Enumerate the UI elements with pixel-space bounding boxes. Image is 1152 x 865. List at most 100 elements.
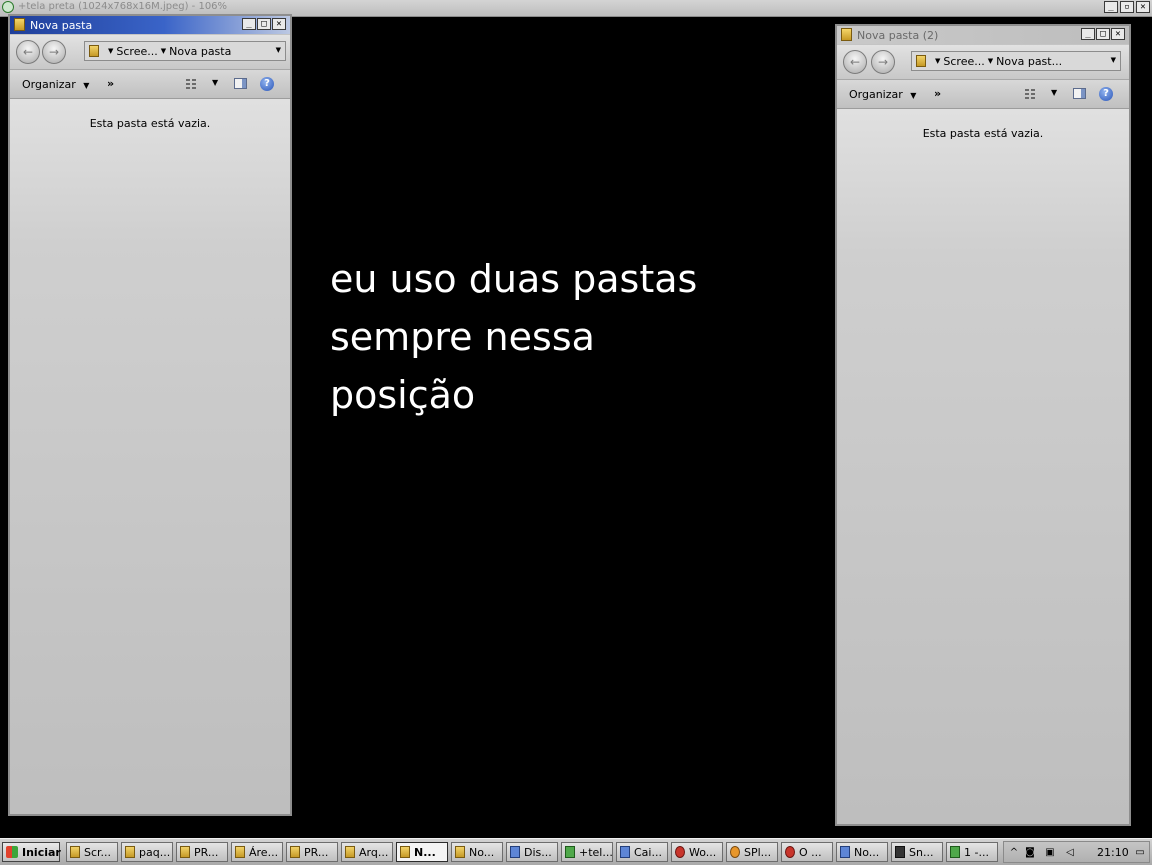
taskbar-item[interactable]: Áre... — [231, 842, 283, 862]
back-arrow-icon[interactable]: ← — [16, 40, 40, 64]
breadcrumb-item[interactable]: Nova pasta — [169, 45, 231, 58]
views-dropdown-icon[interactable]: ▼ — [1051, 88, 1057, 97]
more-commands-button[interactable]: » — [934, 87, 941, 100]
folder-icon — [455, 846, 465, 858]
taskbar-item-label: Dis... — [524, 845, 552, 859]
address-bar-row: ← → ▼ Scree... ▼ Nova past... ▼ — [837, 45, 1129, 80]
windows-logo-icon — [6, 846, 18, 858]
taskbar-item[interactable]: No... — [836, 842, 888, 862]
taskbar-item-label: paq... — [139, 845, 171, 859]
taskbar-item-label: PR... — [304, 845, 329, 859]
taskbar-item[interactable]: paq... — [121, 842, 173, 862]
window-title: Nova pasta — [30, 19, 93, 32]
taskbar-item[interactable]: +tel... — [561, 842, 613, 862]
app-icon — [950, 846, 960, 858]
explorer-window-right[interactable]: Nova pasta (2) _ □ ✕ ← → ▼ Scree... ▼ No… — [835, 24, 1131, 826]
viewer-close-button[interactable]: ✕ — [1136, 1, 1150, 13]
address-dropdown-icon[interactable]: ▼ — [276, 46, 281, 54]
folder-icon — [14, 18, 25, 31]
file-list-area[interactable]: Esta pasta está vazia. — [10, 99, 290, 814]
camera-icon — [895, 846, 905, 858]
maximize-button[interactable]: □ — [1096, 28, 1110, 40]
tray-expand-icon[interactable]: ^ — [1008, 847, 1020, 858]
explorer-window-left[interactable]: Nova pasta _ □ ✕ ← → ▼ Scree... ▼ Nova p… — [8, 14, 292, 816]
taskbar-item-label: 1 -... — [964, 845, 989, 859]
taskbar-item[interactable]: Arq... — [341, 842, 393, 862]
taskbar-item[interactable]: Scr... — [66, 842, 118, 862]
forward-arrow-icon[interactable]: → — [871, 50, 895, 74]
taskbar-item[interactable]: Wo... — [671, 842, 723, 862]
taskbar-item-active[interactable]: N... — [396, 842, 448, 862]
close-button[interactable]: ✕ — [272, 18, 286, 30]
clock[interactable]: 21:10 — [1097, 846, 1129, 859]
organize-menu[interactable]: Organizar ▼ — [849, 88, 916, 101]
taskbar-item[interactable]: O ... — [781, 842, 833, 862]
window-titlebar[interactable]: Nova pasta _ □ ✕ — [10, 16, 290, 34]
folder-icon — [841, 28, 852, 41]
minimize-button[interactable]: _ — [242, 18, 256, 30]
address-dropdown-icon[interactable]: ▼ — [1111, 56, 1116, 64]
organize-label: Organizar — [849, 88, 903, 101]
forward-arrow-icon[interactable]: → — [42, 40, 66, 64]
taskbar-item[interactable]: Cai... — [616, 842, 668, 862]
breadcrumb-item[interactable]: Nova past... — [996, 55, 1062, 68]
address-bar[interactable]: ▼ Scree... ▼ Nova pasta ▼ — [84, 41, 286, 61]
help-icon[interactable]: ? — [1099, 87, 1113, 101]
taskbar-item-label: Cai... — [634, 845, 662, 859]
viewer-icon — [565, 846, 575, 858]
folder-icon — [290, 846, 300, 858]
start-button[interactable]: Iniciar — [2, 842, 61, 862]
viewer-restore-button[interactable]: ▫ — [1120, 1, 1134, 13]
taskbar-item[interactable]: PR... — [286, 842, 338, 862]
taskbar-item[interactable]: PR... — [176, 842, 228, 862]
more-commands-button[interactable]: » — [107, 77, 114, 90]
volume-icon[interactable]: ◁ — [1064, 847, 1076, 858]
minimize-button[interactable]: _ — [1081, 28, 1095, 40]
chevron-down-icon[interactable]: ▼ — [935, 57, 940, 65]
taskbar-item[interactable]: SPl... — [726, 842, 778, 862]
address-bar[interactable]: ▼ Scree... ▼ Nova past... ▼ — [911, 51, 1121, 71]
folder-icon — [125, 846, 135, 858]
taskbar-item[interactable]: Dis... — [506, 842, 558, 862]
camera-icon[interactable]: ◙ — [1024, 847, 1036, 858]
app-icon — [510, 846, 520, 858]
views-dropdown-icon[interactable]: ▼ — [212, 78, 218, 87]
chevron-down-icon: ▼ — [83, 81, 90, 90]
empty-folder-message: Esta pasta está vazia. — [922, 127, 1044, 140]
taskbar-item-label: Sn... — [909, 845, 934, 859]
taskbar-item-label: SPl... — [744, 845, 772, 859]
breadcrumb-item[interactable]: Scree... — [943, 55, 984, 68]
views-icon[interactable] — [186, 78, 198, 90]
back-arrow-icon[interactable]: ← — [843, 50, 867, 74]
viewer-title: +tela preta (1024x768x16M.jpeg) - 106% — [18, 1, 228, 12]
preview-pane-icon[interactable] — [234, 78, 247, 89]
taskbar-item[interactable]: No... — [451, 842, 503, 862]
viewer-app-icon — [2, 1, 14, 13]
taskbar-item-label: N... — [414, 845, 436, 859]
file-list-area[interactable]: Esta pasta está vazia. — [837, 109, 1129, 824]
maximize-button[interactable]: □ — [257, 18, 271, 30]
chevron-down-icon[interactable]: ▼ — [988, 57, 993, 65]
network-icon[interactable]: ▣ — [1044, 847, 1056, 858]
viewer-minimize-button[interactable]: _ — [1104, 1, 1118, 13]
taskbar-item[interactable]: 1 -... — [946, 842, 998, 862]
chevron-down-icon[interactable]: ▼ — [108, 47, 113, 55]
preview-pane-icon[interactable] — [1073, 88, 1086, 99]
taskbar-item[interactable]: Sn... — [891, 842, 943, 862]
caption-line: sempre nessa — [330, 315, 595, 359]
close-button[interactable]: ✕ — [1111, 28, 1125, 40]
browser-icon — [785, 846, 795, 858]
help-icon[interactable]: ? — [260, 77, 274, 91]
address-bar-row: ← → ▼ Scree... ▼ Nova pasta ▼ — [10, 35, 290, 70]
chevron-down-icon: ▼ — [910, 91, 917, 100]
folder-icon — [89, 45, 99, 57]
window-titlebar[interactable]: Nova pasta (2) _ □ ✕ — [837, 26, 1129, 44]
chevron-down-icon[interactable]: ▼ — [161, 47, 166, 55]
viewer-window-controls: _ ▫ ✕ — [1104, 1, 1150, 13]
show-desktop-icon[interactable]: ▭ — [1134, 847, 1146, 858]
start-label: Iniciar — [22, 845, 61, 859]
taskbar-item-label: Arq... — [359, 845, 389, 859]
views-icon[interactable] — [1025, 88, 1037, 100]
breadcrumb-item[interactable]: Scree... — [116, 45, 157, 58]
organize-menu[interactable]: Organizar ▼ — [22, 78, 89, 91]
